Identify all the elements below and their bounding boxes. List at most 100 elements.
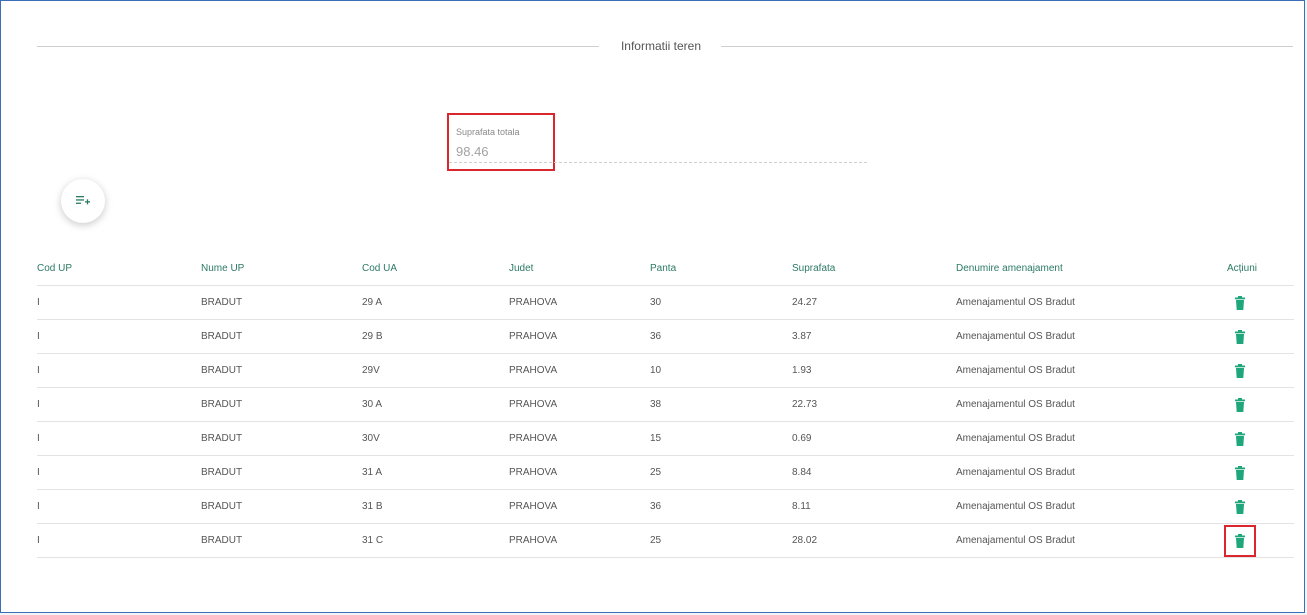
trash-icon: [1235, 465, 1245, 480]
cell-cod-ua: 29V: [362, 353, 509, 388]
cell-suprafata: 0.69: [792, 421, 956, 456]
cell-panta: 36: [650, 489, 792, 524]
delete-row-button[interactable]: [1230, 327, 1250, 347]
cell-cod-ua: 30 A: [362, 387, 509, 422]
cell-actions: [1167, 285, 1294, 320]
cell-suprafata: 24.27: [792, 285, 956, 320]
land-table: Cod UP Nume UP Cod UA Judet Panta Supraf…: [37, 251, 1294, 558]
cell-cod-up: I: [37, 387, 201, 422]
cell-panta: 15: [650, 421, 792, 456]
add-row-button[interactable]: [61, 179, 105, 223]
delete-row-button[interactable]: [1230, 395, 1250, 415]
trash-icon: [1235, 329, 1245, 344]
trash-icon: [1235, 397, 1245, 412]
cell-suprafata: 28.02: [792, 523, 956, 558]
cell-actions: [1167, 523, 1294, 558]
cell-suprafata: 8.11: [792, 489, 956, 524]
trash-icon: [1235, 533, 1245, 548]
cell-suprafata: 22.73: [792, 387, 956, 422]
delete-row-button[interactable]: [1230, 463, 1250, 483]
cell-actions: [1167, 489, 1294, 524]
section-divider-left: [37, 46, 599, 47]
cell-judet: PRAHOVA: [509, 489, 650, 524]
cell-nume-up: BRADUT: [201, 523, 362, 558]
cell-cod-ua: 31 A: [362, 455, 509, 490]
cell-judet: PRAHOVA: [509, 285, 650, 320]
playlist-add-icon: [76, 196, 90, 205]
cell-actions: [1167, 455, 1294, 490]
cell-actions: [1167, 421, 1294, 456]
delete-row-button[interactable]: [1230, 497, 1250, 517]
cell-panta: 25: [650, 455, 792, 490]
table-row: I BRADUT 31 B PRAHOVA 36 8.11 Amenajamentul OS…: [37, 489, 1294, 524]
cell-denumire: Amenajamentul OS Bradut: [956, 387, 1167, 422]
cell-cod-up: I: [37, 489, 201, 524]
cell-panta: 25: [650, 523, 792, 558]
section-divider-right: [721, 46, 1293, 47]
delete-row-button[interactable]: [1230, 429, 1250, 449]
cell-cod-up: I: [37, 319, 201, 354]
cell-denumire: Amenajamentul OS Bradut: [956, 319, 1167, 354]
cell-cod-ua: 29 A: [362, 285, 509, 320]
cell-panta: 36: [650, 319, 792, 354]
cell-cod-up: I: [37, 523, 201, 558]
cell-nume-up: BRADUT: [201, 319, 362, 354]
cell-cod-up: I: [37, 421, 201, 456]
cell-judet: PRAHOVA: [509, 421, 650, 456]
cell-panta: 30: [650, 285, 792, 320]
total-area-label: Suprafata totala: [456, 127, 520, 137]
total-area-underline: [449, 162, 867, 163]
cell-judet: PRAHOVA: [509, 353, 650, 388]
cell-denumire: Amenajamentul OS Bradut: [956, 421, 1167, 456]
cell-suprafata: 8.84: [792, 455, 956, 490]
cell-cod-ua: 30V: [362, 421, 509, 456]
column-header-nume-up[interactable]: Nume UP: [201, 251, 362, 286]
delete-row-button[interactable]: [1224, 524, 1256, 557]
cell-nume-up: BRADUT: [201, 387, 362, 422]
cell-judet: PRAHOVA: [509, 319, 650, 354]
column-header-cod-ua[interactable]: Cod UA: [362, 251, 509, 286]
table-header-row: Cod UP Nume UP Cod UA Judet Panta Supraf…: [37, 251, 1294, 286]
cell-cod-up: I: [37, 285, 201, 320]
cell-denumire: Amenajamentul OS Bradut: [956, 455, 1167, 490]
cell-actions: [1167, 353, 1294, 388]
cell-judet: PRAHOVA: [509, 387, 650, 422]
trash-icon: [1235, 295, 1245, 310]
cell-cod-ua: 29 B: [362, 319, 509, 354]
section-title: Informatii teren: [620, 39, 702, 53]
total-area-value[interactable]: 98.46: [456, 144, 489, 159]
cell-cod-ua: 31 B: [362, 489, 509, 524]
cell-panta: 38: [650, 387, 792, 422]
cell-cod-ua: 31 C: [362, 523, 509, 558]
cell-actions: [1167, 319, 1294, 354]
column-header-actiuni: Acțiuni: [1167, 251, 1294, 286]
column-header-cod-up[interactable]: Cod UP: [37, 251, 201, 286]
table-row: I BRADUT 31 C PRAHOVA 25 28.02 Amenajamentul O…: [37, 523, 1294, 558]
table-row: I BRADUT 29 A PRAHOVA 30 24.27 Amenajamentul O…: [37, 285, 1294, 320]
table-row: I BRADUT 30V PRAHOVA 15 0.69 Amenajamentul OS …: [37, 421, 1294, 456]
trash-icon: [1235, 431, 1245, 446]
delete-row-button[interactable]: [1230, 361, 1250, 381]
cell-judet: PRAHOVA: [509, 523, 650, 558]
column-header-denumire[interactable]: Denumire amenajament: [956, 251, 1167, 286]
cell-panta: 10: [650, 353, 792, 388]
cell-nume-up: BRADUT: [201, 353, 362, 388]
trash-icon: [1235, 499, 1245, 514]
delete-row-button[interactable]: [1230, 293, 1250, 313]
column-header-suprafata[interactable]: Suprafata: [792, 251, 956, 286]
column-header-judet[interactable]: Judet: [509, 251, 650, 286]
cell-denumire: Amenajamentul OS Bradut: [956, 523, 1167, 558]
cell-cod-up: I: [37, 455, 201, 490]
column-header-panta[interactable]: Panta: [650, 251, 792, 286]
cell-denumire: Amenajamentul OS Bradut: [956, 285, 1167, 320]
trash-icon: [1235, 363, 1245, 378]
table-row: I BRADUT 29 B PRAHOVA 36 3.87 Amenajamentul OS…: [37, 319, 1294, 354]
table-row: I BRADUT 31 A PRAHOVA 25 8.84 Amenajamentul OS…: [37, 455, 1294, 490]
table-row: I BRADUT 29V PRAHOVA 10 1.93 Amenajamentul OS …: [37, 353, 1294, 388]
cell-suprafata: 1.93: [792, 353, 956, 388]
cell-nume-up: BRADUT: [201, 421, 362, 456]
cell-judet: PRAHOVA: [509, 455, 650, 490]
cell-nume-up: BRADUT: [201, 285, 362, 320]
cell-denumire: Amenajamentul OS Bradut: [956, 353, 1167, 388]
main-panel: Informatii teren Suprafata totala 98.46 …: [0, 0, 1305, 613]
